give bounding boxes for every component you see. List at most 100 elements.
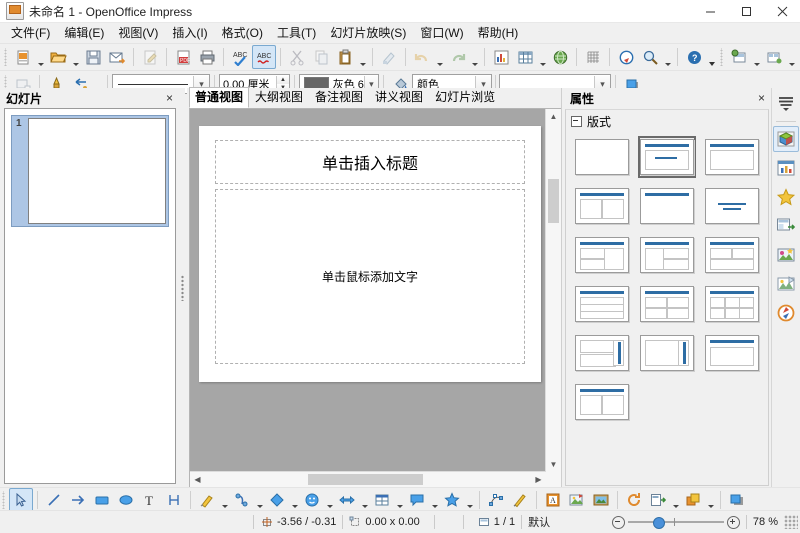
export-pdf-button[interactable]: PDF	[171, 45, 195, 69]
title-placeholder[interactable]: 单击插入标题	[215, 140, 525, 184]
symbol-shapes-button[interactable]	[300, 488, 324, 511]
symbol-shapes-dropdown[interactable]	[324, 488, 335, 511]
slide-canvas[interactable]: 单击插入标题 单击鼠标添加文字	[190, 109, 546, 472]
sidebar-slide-transition-button[interactable]	[773, 155, 799, 181]
zoom-slider[interactable]	[627, 516, 724, 529]
cut-button[interactable]	[285, 45, 309, 69]
minimize-button[interactable]	[692, 0, 728, 22]
close-button[interactable]	[764, 0, 800, 22]
insert-image-button[interactable]	[548, 45, 572, 69]
slide-list-item[interactable]: 1	[11, 115, 169, 227]
layouts-section-header[interactable]: 版式	[566, 110, 768, 132]
new-slide-dropdown[interactable]	[751, 44, 762, 71]
properties-close-icon[interactable]: ×	[755, 92, 768, 104]
connector-tool-button[interactable]	[230, 488, 254, 511]
window-resize-grip[interactable]	[784, 515, 798, 529]
scroll-up-icon[interactable]: ▲	[546, 109, 561, 124]
menu-edit[interactable]: 编辑(E)	[57, 24, 111, 43]
tab-slide-sorter-view[interactable]: 幻灯片浏览	[429, 87, 501, 108]
layout-title-content[interactable]	[638, 136, 696, 178]
align-button[interactable]	[646, 488, 670, 511]
presentation-toolbar-grip[interactable]	[719, 48, 724, 66]
glue-points-button[interactable]	[508, 488, 532, 511]
new-document-button[interactable]	[11, 45, 35, 69]
menu-window[interactable]: 窗口(W)	[413, 24, 470, 43]
redo-dropdown[interactable]	[469, 44, 480, 71]
rotate-button[interactable]	[622, 488, 646, 511]
basic-shapes-dropdown[interactable]	[289, 488, 300, 511]
layout-title-three-rows[interactable]	[573, 283, 631, 325]
zoom-slider-group[interactable]	[611, 515, 740, 529]
insert-table-dropdown[interactable]	[537, 44, 548, 71]
arrange-button[interactable]	[681, 488, 705, 511]
hyperlink-button[interactable]	[614, 45, 638, 69]
curve-dropdown[interactable]	[219, 488, 230, 511]
slides-panel-close-icon[interactable]: ×	[163, 92, 176, 104]
zoom-out-icon[interactable]	[611, 515, 625, 529]
align-dropdown[interactable]	[670, 488, 681, 511]
shadow-tool-button[interactable]	[725, 488, 749, 511]
scroll-left-icon[interactable]: ◀	[190, 472, 205, 487]
tab-normal-view[interactable]: 普通视图	[189, 87, 250, 108]
rectangle-tool-button[interactable]	[90, 488, 114, 511]
layout-title-six-content[interactable]	[703, 283, 761, 325]
autospellcheck-button[interactable]: ABC	[252, 45, 276, 69]
menu-tools[interactable]: 工具(T)	[270, 24, 323, 43]
clone-formatting-button[interactable]	[377, 45, 401, 69]
menu-file[interactable]: 文件(F)	[4, 24, 57, 43]
menu-format[interactable]: 格式(O)	[215, 24, 270, 43]
layout-two-content-vertical-bar[interactable]	[573, 332, 631, 374]
sidebar-properties-button[interactable]	[773, 126, 799, 152]
layout-centered-text[interactable]	[703, 185, 761, 227]
arrow-tool-button[interactable]	[66, 488, 90, 511]
edit-file-button[interactable]	[138, 45, 162, 69]
horizontal-scrollbar[interactable]: ◀ ▶	[190, 471, 546, 487]
sidebar-navigator-button[interactable]	[773, 300, 799, 326]
stars-button[interactable]	[440, 488, 464, 511]
menu-view[interactable]: 视图(V)	[111, 24, 165, 43]
zoom-slider-knob[interactable]	[652, 517, 665, 529]
insert-image-file-button[interactable]	[565, 488, 589, 511]
vertical-scrollbar[interactable]: ▲ ▼	[545, 109, 561, 472]
layout-title-two-content[interactable]	[573, 185, 631, 227]
basic-shapes-button[interactable]	[265, 488, 289, 511]
slide-layout-dropdown[interactable]	[786, 44, 797, 71]
undo-button[interactable]	[410, 45, 434, 69]
flowchart-dropdown[interactable]	[394, 488, 405, 511]
toolbar-grip[interactable]	[3, 48, 8, 66]
edit-points-button[interactable]	[484, 488, 508, 511]
slide-layout-button[interactable]	[762, 45, 786, 69]
tab-outline-view[interactable]: 大纲视图	[249, 87, 309, 108]
callouts-dropdown[interactable]	[429, 488, 440, 511]
connector-dropdown[interactable]	[254, 488, 265, 511]
copy-button[interactable]	[309, 45, 333, 69]
menu-help[interactable]: 帮助(H)	[471, 24, 526, 43]
callouts-button[interactable]	[405, 488, 429, 511]
display-grid-button[interactable]	[581, 45, 605, 69]
collapse-icon[interactable]	[571, 116, 582, 127]
layout-title-blank[interactable]	[638, 185, 696, 227]
drawing-toolbar-grip[interactable]	[1, 490, 6, 509]
new-document-dropdown[interactable]	[35, 44, 46, 71]
zoom-in-icon[interactable]	[726, 515, 740, 529]
body-placeholder[interactable]: 单击鼠标添加文字	[215, 189, 525, 364]
save-button[interactable]	[81, 45, 105, 69]
print-button[interactable]	[195, 45, 219, 69]
help-button[interactable]: ?	[682, 45, 706, 69]
flowchart-button[interactable]	[370, 488, 394, 511]
redo-button[interactable]	[445, 45, 469, 69]
standard-toolbar-overflow[interactable]	[706, 44, 718, 70]
menu-insert[interactable]: 插入(I)	[165, 24, 214, 43]
dimension-line-tool-button[interactable]	[162, 488, 186, 511]
tab-handout-view[interactable]: 讲义视图	[369, 87, 429, 108]
sidebar-master-slides-button[interactable]	[773, 213, 799, 239]
vertical-scroll-thumb[interactable]	[548, 179, 559, 223]
ellipse-tool-button[interactable]	[114, 488, 138, 511]
layout-title-content-left-two-right[interactable]	[638, 234, 696, 276]
block-arrows-button[interactable]	[335, 488, 359, 511]
slide-page[interactable]: 单击插入标题 单击鼠标添加文字	[199, 126, 541, 382]
layout-title-single-content[interactable]	[703, 332, 761, 374]
slides-list[interactable]: 1	[4, 108, 176, 484]
sidebar-settings-button[interactable]	[773, 91, 799, 117]
select-tool-button[interactable]	[9, 488, 33, 511]
